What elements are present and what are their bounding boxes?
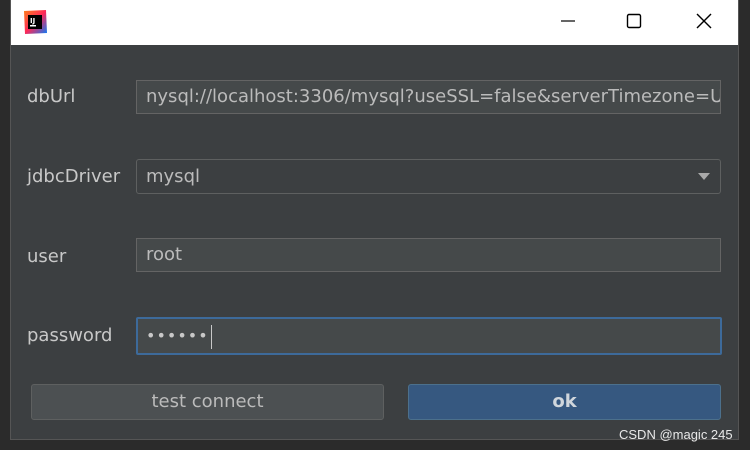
svg-text:IJ: IJ — [30, 17, 35, 25]
watermark-text: CSDN @magic 245 — [619, 427, 733, 442]
password-input[interactable]: •••••• — [136, 317, 722, 355]
jdbc-driver-select[interactable]: mysql — [136, 159, 721, 194]
minimize-button[interactable] — [538, 0, 598, 45]
password-masked-value: •••••• — [146, 326, 209, 345]
dialog-window: IJ dbUrl nysql://localhost:3306/mysql?us… — [10, 0, 739, 440]
dburl-input[interactable]: nysql://localhost:3306/mysql?useSSL=fals… — [136, 80, 721, 114]
close-button[interactable] — [674, 0, 734, 45]
test-connect-button[interactable]: test connect — [31, 384, 384, 420]
title-bar: IJ — [11, 0, 738, 45]
maximize-icon — [626, 13, 642, 33]
password-label: password — [27, 325, 113, 346]
text-caret — [210, 324, 212, 349]
user-label: user — [27, 246, 67, 267]
intellij-idea-icon: IJ — [22, 9, 48, 35]
chevron-down-icon — [698, 173, 710, 180]
close-icon — [695, 12, 713, 34]
jdbc-driver-label: jdbcDriver — [27, 166, 121, 187]
maximize-button[interactable] — [604, 0, 664, 45]
user-input[interactable]: root — [136, 238, 721, 272]
ok-button[interactable]: ok — [408, 384, 721, 420]
minimize-icon — [560, 13, 576, 33]
dburl-label: dbUrl — [27, 86, 76, 107]
jdbc-driver-selected-value: mysql — [146, 166, 200, 187]
